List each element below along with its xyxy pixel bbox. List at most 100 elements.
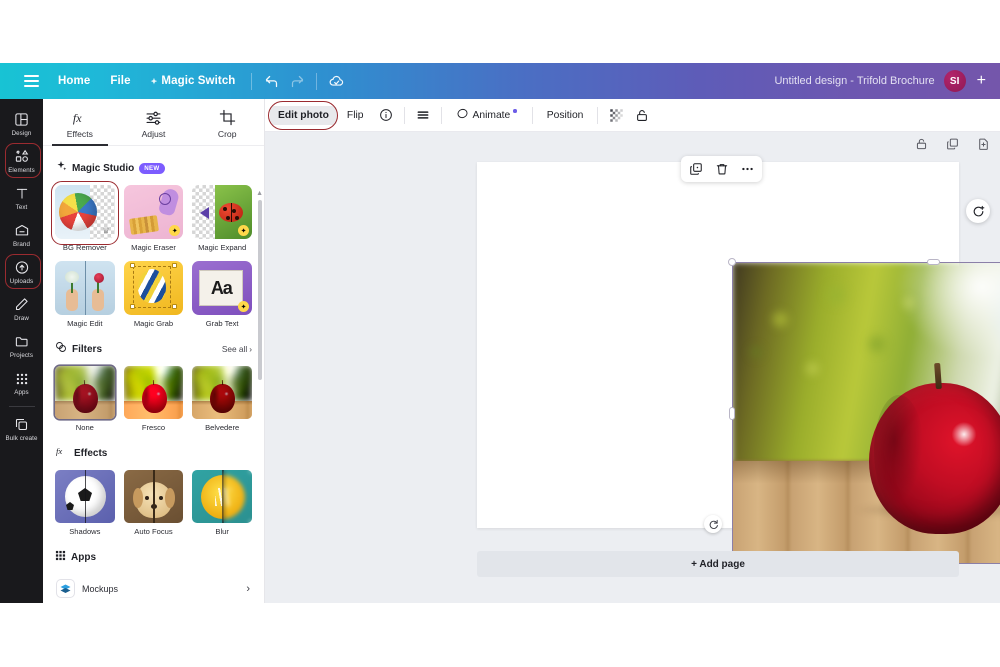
sidebar-item-projects[interactable]: Projects [2,327,42,364]
elements-icon [13,148,31,165]
sidebar-item-uploads[interactable]: Uploads [2,253,42,290]
filters-see-all[interactable]: See all › [222,344,252,354]
fries-shape [128,215,159,235]
tab-crop[interactable]: Crop [190,99,264,145]
filter-fresco-thumbnail [123,366,184,419]
filter-none[interactable]: None [55,366,115,432]
resize-handle-top[interactable] [926,259,940,265]
more-options-icon[interactable] [739,161,756,178]
selected-image-object[interactable] [728,258,1000,568]
magic-switch-icon: ✦ [150,76,158,86]
add-page-button[interactable]: + Add page [477,551,959,577]
magic-tool-bg-remover[interactable]: ♕ BG Remover [51,181,119,252]
animate-icon [456,107,469,123]
edit-photo-button[interactable]: Edit photo [270,105,337,125]
chevron-right-icon-mockups: › [246,582,250,595]
object-float-toolbar [681,156,762,182]
sparkle-icon [55,159,67,177]
tab-adjust[interactable]: Adjust [117,99,191,145]
magic-tool-magic-edit[interactable]: Magic Edit [55,261,115,328]
nav-magic-switch[interactable]: ✦ Magic Switch [141,71,246,91]
add-page-label: + Add page [691,558,745,570]
header-right-group: Untitled design - Trifold Brochure SI + [774,70,1000,92]
new-badge: NEW [139,162,165,174]
effects-header: fx Effects [55,444,252,462]
filter-fresco[interactable]: Fresco [123,366,184,432]
magic-tool-grab-text[interactable]: Aa ✦ Grab Text [192,261,252,328]
animate-button[interactable]: Animate [448,103,526,127]
redo-icon[interactable] [284,68,310,94]
magic-studio-header: Magic Studio NEW [55,159,252,177]
canva-editor-app: Home File ✦ Magic Switch Untitled design… [0,0,1000,667]
fx-small-icon: fx [55,444,69,462]
magic-studio-title: Magic Studio [72,162,135,174]
sidebar-item-bulk-create[interactable]: Bulk create [2,410,42,447]
sidebar-item-elements-label: Elements [8,167,35,174]
magic-tool-magic-grab[interactable]: Magic Grab [123,261,184,328]
filter-none-label: None [75,423,94,432]
tab-crop-label: Crop [217,129,237,139]
header-divider-2 [316,72,318,90]
text-icon [13,185,31,202]
info-icon[interactable] [374,104,398,126]
transparency-grid-icon[interactable] [604,104,628,126]
undo-icon[interactable] [258,68,284,94]
design-page[interactable] [477,162,1000,568]
effect-auto-focus[interactable]: Auto Focus [123,470,184,536]
effect-shadows-thumbnail [55,470,115,523]
app-item-mockups[interactable]: Mockups › [55,574,252,603]
effect-blur-label: Blur [215,527,229,536]
effect-blur[interactable]: Blur [192,470,252,536]
document-title[interactable]: Untitled design - Trifold Brochure [774,75,934,87]
sidebar-item-projects-label: Projects [9,352,34,359]
tab-effects[interactable]: fx Effects [43,99,117,146]
sidebar-item-elements[interactable]: Elements [2,142,42,179]
trash-icon[interactable] [713,161,730,178]
sidebar-item-brand[interactable]: Brand [2,216,42,253]
magic-tool-magic-expand[interactable]: ✦ Magic Expand [192,185,252,252]
flip-button[interactable]: Flip [339,106,372,125]
sparkle-badge-icon-3: ✦ [238,301,249,312]
transparency-icon[interactable] [411,104,435,126]
hamburger-icon[interactable] [14,75,48,87]
magic-tool-magic-grab-label: Magic Grab [133,319,174,328]
projects-icon [13,333,31,350]
effect-shadows[interactable]: Shadows [55,470,115,536]
magic-eraser-thumbnail: ✦ [123,185,184,239]
sidebar-item-apps-label: Apps [14,389,29,396]
duplicate-icon[interactable] [687,161,704,178]
uploads-icon [13,259,31,276]
magic-regenerate-icon[interactable] [966,199,990,223]
rotate-handle-icon[interactable] [704,515,722,533]
sidebar-item-design[interactable]: Design [2,105,42,142]
design-icon [13,111,31,128]
crop-icon [219,108,236,127]
magic-tool-magic-eraser[interactable]: ✦ Magic Eraser [123,185,184,252]
lock-icon[interactable] [630,104,654,126]
panel-scrollbar[interactable] [258,200,262,380]
resize-handle-top-left[interactable] [728,258,736,266]
sidebar-item-apps[interactable]: Apps [2,364,42,401]
app-header: Home File ✦ Magic Switch Untitled design… [0,63,1000,99]
lock-page-icon[interactable] [912,135,930,153]
filter-belvedere[interactable]: Belvedere [192,366,252,432]
position-button[interactable]: Position [539,106,592,125]
sidebar-item-text[interactable]: Text [2,179,42,216]
share-add-button[interactable]: + [975,73,988,89]
apps-grid-icon [13,370,31,387]
resize-handle-left[interactable] [729,406,735,420]
panel-body: Magic Studio NEW ♕ BG Remover ✦ Magic Er… [43,146,264,603]
toolbar-divider-4 [597,106,599,124]
nav-file[interactable]: File [100,71,140,91]
add-page-icon[interactable] [974,135,992,153]
avatar[interactable]: SI [943,70,966,92]
chevron-right-icon: › [249,344,252,354]
nav-home[interactable]: Home [48,71,100,91]
scroll-up-arrow-icon[interactable]: ▲ [256,190,263,197]
sidebar-item-text-label: Text [15,204,28,211]
bg-remover-thumbnail: ♕ [55,185,115,239]
cloud-sync-icon[interactable] [323,68,349,94]
grab-text-thumbnail: Aa ✦ [192,261,252,315]
sidebar-item-draw[interactable]: Draw [2,290,42,327]
duplicate-page-icon[interactable] [943,135,961,153]
